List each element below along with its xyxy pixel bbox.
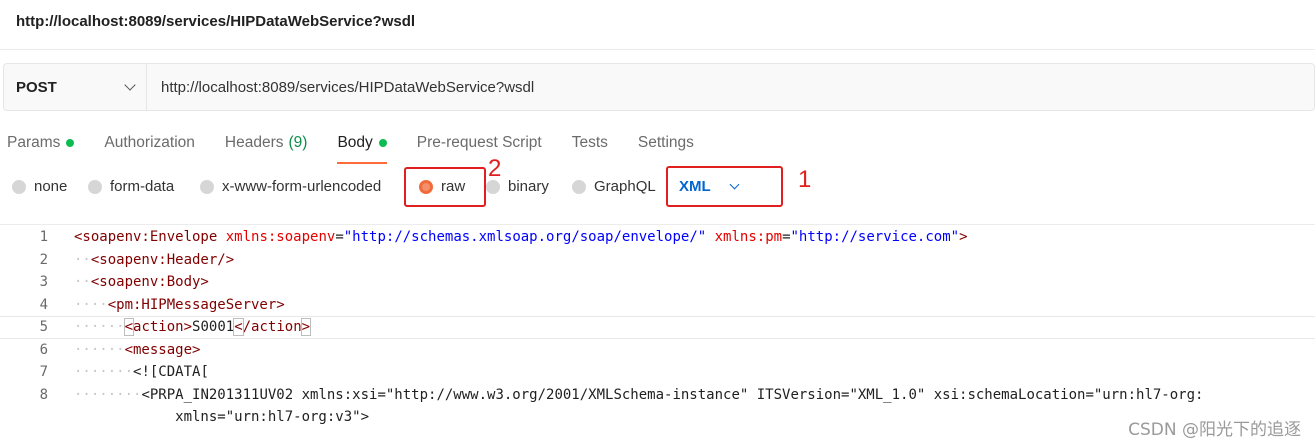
code-line: 8 ········<PRPA_IN201311UV02 xmlns:xsi="… (0, 384, 1315, 407)
annotation-box-xml (666, 166, 783, 207)
status-dot-icon (378, 139, 387, 147)
tab-settings[interactable]: Settings (638, 126, 694, 160)
tab-label: Pre-request Script (416, 134, 542, 151)
url-input[interactable] (147, 64, 1314, 110)
line-number: 4 (39, 296, 48, 313)
annotation-box-raw (404, 167, 486, 207)
code-text: ········<PRPA_IN201311UV02 xmlns:xsi="ht… (74, 386, 1204, 403)
radio-none[interactable]: none (12, 178, 67, 195)
code-text: <soapenv:Envelope xmlns:soapenv="http://… (74, 229, 968, 246)
tab-body[interactable]: Body (337, 126, 388, 164)
annotation-number-1: 1 (798, 166, 812, 193)
tab-authorization[interactable]: Authorization (104, 126, 194, 160)
watermark: CSDN @阳光下的追逐 (1128, 420, 1301, 440)
radio-form-data[interactable]: form-data (88, 178, 174, 195)
code-line: 6 ······<message> (0, 339, 1315, 362)
line-number: 6 (39, 341, 48, 358)
line-number: 8 (39, 386, 48, 403)
radio-label: form-data (110, 178, 175, 195)
tab-label: Authorization (104, 134, 195, 151)
annotation-number-2: 2 (488, 155, 502, 182)
radio-label: GraphQL (594, 178, 656, 195)
line-number: 1 (39, 229, 48, 246)
code-text: ··<soapenv:Header/> (74, 251, 235, 268)
request-title-bar: http://localhost:8089/services/HIPDataWe… (0, 0, 1315, 50)
code-editor[interactable]: 1 <soapenv:Envelope xmlns:soapenv="http:… (0, 224, 1315, 448)
headers-count-badge: (9) (288, 134, 308, 151)
request-tabs: Params Authorization Headers (9) Body Pr… (0, 126, 717, 164)
radio-label: x-www-form-urlencoded (222, 178, 382, 195)
code-line: 1 <soapenv:Envelope xmlns:soapenv="http:… (0, 226, 1315, 249)
tab-params[interactable]: Params (7, 126, 75, 160)
chevron-down-icon (124, 79, 136, 91)
code-text: ······<message> (74, 341, 201, 358)
tab-label: Tests (571, 134, 608, 151)
code-text: ······<action>S0001</action> (74, 318, 312, 337)
code-line: 3 ··<soapenv:Body> (0, 271, 1315, 294)
radio-circle-icon (200, 179, 214, 194)
tab-tests[interactable]: Tests (572, 126, 608, 160)
tab-pre-request-script[interactable]: Pre-request Script (417, 126, 542, 160)
code-line: 2 ··<soapenv:Header/> (0, 249, 1315, 272)
radio-label: binary (508, 178, 549, 195)
method-label: POST (16, 78, 57, 96)
code-text: ··<soapenv:Body> (74, 274, 209, 291)
tab-label: Body (337, 134, 373, 151)
status-dot-icon (66, 139, 75, 147)
request-title[interactable]: http://localhost:8089/services/HIPDataWe… (16, 13, 415, 30)
code-line-wrapped: xmlns="urn:hl7-org:v3"> (0, 406, 1315, 429)
radio-graphql[interactable]: GraphQL (572, 178, 656, 195)
body-type-options: none form-data x-www-form-urlencoded raw… (0, 170, 1315, 206)
tab-label: Settings (637, 134, 694, 151)
line-number: 7 (39, 364, 48, 381)
code-text: ····<pm:HIPMessageServer> (74, 296, 285, 313)
tab-label: Headers (224, 134, 284, 151)
code-line: 7 ·······<![CDATA[ (0, 361, 1315, 384)
radio-label: none (34, 178, 68, 195)
code-text: ·······<![CDATA[ (74, 364, 209, 381)
radio-circle-icon (88, 179, 102, 194)
radio-urlencoded[interactable]: x-www-form-urlencoded (200, 178, 381, 195)
request-bar: POST (3, 63, 1315, 111)
line-number: 5 (39, 319, 48, 336)
code-line: 4 ····<pm:HIPMessageServer> (0, 294, 1315, 317)
line-number: 3 (39, 274, 48, 291)
method-select[interactable]: POST (4, 64, 147, 110)
line-number: 2 (39, 251, 48, 268)
radio-circle-icon (572, 179, 586, 194)
tab-headers[interactable]: Headers (9) (225, 126, 308, 160)
tab-label: Params (7, 134, 61, 151)
code-line-active: 5 ······<action>S0001</action> (0, 316, 1315, 339)
code-text: xmlns="urn:hl7-org:v3"> (74, 409, 370, 426)
radio-circle-icon (12, 179, 26, 194)
